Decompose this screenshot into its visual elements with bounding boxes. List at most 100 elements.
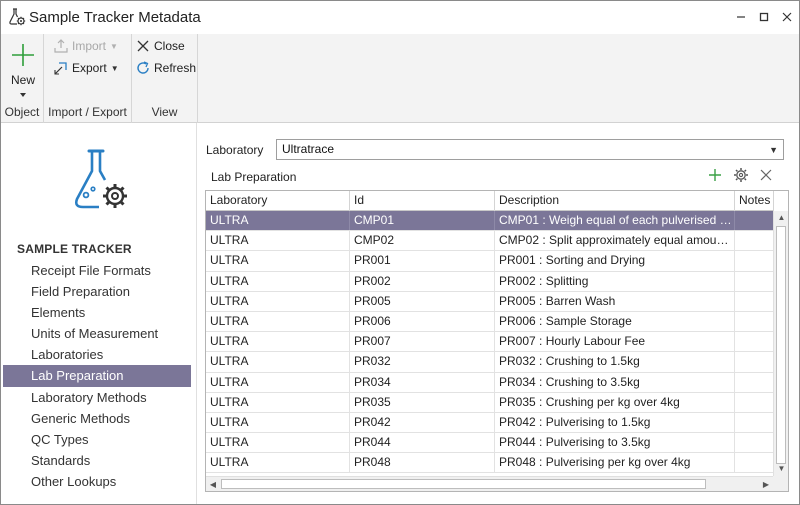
scroll-down-icon[interactable]: ▼ — [774, 462, 788, 476]
scroll-up-icon[interactable]: ▲ — [774, 211, 788, 225]
table-row[interactable]: ULTRA PR007 PR007 : Hourly Labour Fee — [206, 332, 774, 353]
ribbon-group-label-import-export: Import / Export — [48, 105, 127, 119]
import-icon — [53, 38, 69, 54]
table-row[interactable]: ULTRA PR044 PR044 : Pulverising to 3.5kg — [206, 433, 774, 454]
new-button-label: New — [10, 73, 35, 87]
section-title: Lab Preparation — [211, 170, 297, 184]
cell-laboratory: ULTRA — [206, 453, 350, 473]
cell-description: PR032 : Crushing to 1.5kg — [495, 352, 735, 372]
delete-icon[interactable] — [757, 166, 775, 184]
flask-gear-icon — [8, 8, 26, 26]
table-row[interactable]: ULTRA PR005 PR005 : Barren Wash — [206, 291, 774, 312]
column-header-id[interactable]: Id — [350, 191, 495, 211]
refresh-button[interactable]: Refresh — [135, 59, 196, 77]
table-row[interactable]: ULTRA PR006 PR006 : Sample Storage — [206, 311, 774, 333]
ribbon-group-label-view: View — [151, 105, 178, 119]
ribbon-group-label-object: Object — [4, 105, 40, 119]
laboratory-select[interactable]: Ultratrace ▼ — [276, 139, 784, 160]
add-icon[interactable] — [706, 166, 724, 184]
cell-description: PR035 : Crushing per kg over 4kg — [495, 392, 735, 412]
sidebar-item-qc-types[interactable]: QC Types — [3, 429, 191, 450]
sidebar-item-units-of-measurement[interactable]: Units of Measurement — [3, 323, 191, 344]
cell-notes — [735, 311, 774, 332]
flask-gear-icon — [71, 147, 131, 213]
plus-icon — [10, 42, 36, 71]
sidebar-item-receipt-file-formats[interactable]: Receipt File Formats — [3, 260, 191, 281]
laboratory-label: Laboratory — [206, 143, 264, 157]
table-row[interactable]: ULTRA PR034 PR034 : Crushing to 3.5kg — [206, 372, 774, 393]
sidebar-item-standards[interactable]: Standards — [3, 450, 191, 471]
table-row[interactable]: ULTRA PR048 PR048 : Pulverising per kg ove… — [206, 453, 774, 474]
table-row[interactable]: ULTRA PR001 PR001 : Sorting and Drying — [206, 251, 774, 272]
sidebar-item-laboratories[interactable]: Laboratories — [3, 344, 191, 365]
cell-id: CMP02 — [350, 231, 495, 251]
table-row[interactable]: ULTRA CMP01 CMP01 : Weigh equal of each pu… — [206, 211, 774, 232]
table-row[interactable]: ULTRA CMP02 CMP02 : Split approximately eq… — [206, 231, 774, 252]
table-row[interactable]: ULTRA PR032 PR032 : Crushing to 1.5kg — [206, 352, 774, 373]
sidebar-item-generic-methods[interactable]: Generic Methods — [3, 408, 191, 429]
cell-laboratory: ULTRA — [206, 433, 350, 453]
app-window: Sample Tracker Metadata New Object Impor… — [0, 0, 800, 505]
ribbon: New Object Import ▼ Export ▼ Import / Ex… — [1, 34, 799, 123]
scroll-left-icon[interactable]: ◀ — [206, 477, 220, 491]
close-button[interactable]: Close — [135, 37, 185, 55]
vertical-scrollbar[interactable]: ▲ ▼ — [773, 211, 788, 476]
cell-description: PR007 : Hourly Labour Fee — [495, 332, 735, 352]
cell-id: PR001 — [350, 251, 495, 271]
export-button[interactable]: Export ▼ — [53, 59, 119, 77]
close-icon[interactable] — [777, 7, 797, 27]
cell-description: CMP01 : Weigh equal of each pulverised p… — [495, 211, 735, 231]
ribbon-group-import-export: Import ▼ Export ▼ Import / Export — [44, 34, 132, 123]
cell-id: PR007 — [350, 332, 495, 352]
refresh-label: Refresh — [154, 61, 197, 75]
sidebar-item-field-preparation[interactable]: Field Preparation — [3, 281, 191, 302]
cell-laboratory: ULTRA — [206, 311, 350, 332]
cell-laboratory: ULTRA — [206, 332, 350, 352]
cell-description: PR002 : Splitting — [495, 271, 735, 291]
table-row[interactable]: ULTRA PR035 PR035 : Crushing per kg over 4… — [206, 392, 774, 413]
settings-icon[interactable] — [732, 166, 750, 184]
sidebar: SAMPLE TRACKER Receipt File Formats Fiel… — [1, 123, 197, 504]
column-header-laboratory[interactable]: Laboratory — [206, 191, 350, 211]
export-label: Export — [72, 61, 107, 75]
sidebar-item-laboratory-methods[interactable]: Laboratory Methods — [3, 387, 191, 408]
cell-notes — [735, 231, 774, 251]
cell-laboratory: ULTRA — [206, 392, 350, 412]
cell-description: PR048 : Pulverising per kg over 4kg — [495, 453, 735, 473]
minimize-icon[interactable] — [731, 7, 751, 27]
new-button[interactable]: New — [7, 38, 39, 97]
chevron-down-icon — [19, 88, 27, 97]
horizontal-scroll-thumb[interactable] — [221, 479, 706, 489]
cell-description: PR034 : Crushing to 3.5kg — [495, 372, 735, 392]
ribbon-group-object: New Object — [1, 34, 44, 123]
laboratory-select-value: Ultratrace — [282, 142, 335, 156]
import-button[interactable]: Import ▼ — [53, 37, 118, 55]
chevron-down-icon: ▼ — [110, 41, 118, 51]
sidebar-list: Receipt File Formats Field Preparation E… — [3, 260, 191, 492]
sidebar-item-other-lookups[interactable]: Other Lookups — [3, 471, 191, 492]
scroll-right-icon[interactable]: ▶ — [759, 477, 773, 491]
sidebar-item-lab-preparation[interactable]: Lab Preparation — [3, 365, 191, 387]
vertical-scroll-thumb[interactable] — [776, 226, 786, 464]
horizontal-scrollbar[interactable]: ◀ ▶ — [206, 476, 773, 491]
sidebar-item-elements[interactable]: Elements — [3, 302, 191, 323]
scrollbar-corner — [773, 476, 788, 491]
x-icon — [135, 38, 151, 54]
cell-notes — [735, 352, 774, 372]
column-header-description[interactable]: Description — [495, 191, 735, 211]
title-bar: Sample Tracker Metadata — [1, 1, 799, 34]
cell-description: PR044 : Pulverising to 3.5kg — [495, 433, 735, 453]
maximize-icon[interactable] — [754, 7, 774, 27]
lab-preparation-table: Laboratory Id Description Notes ULTRA CMP… — [205, 190, 789, 492]
cell-notes — [735, 291, 774, 311]
cell-notes — [735, 433, 774, 453]
cell-notes — [735, 453, 774, 473]
cell-id: PR005 — [350, 291, 495, 311]
cell-notes — [735, 332, 774, 352]
cell-id: PR002 — [350, 271, 495, 291]
table-row[interactable]: ULTRA PR042 PR042 : Pulverising to 1.5kg — [206, 412, 774, 434]
cell-description: PR042 : Pulverising to 1.5kg — [495, 412, 735, 433]
column-header-notes[interactable]: Notes — [735, 191, 774, 211]
table-row[interactable]: ULTRA PR002 PR002 : Splitting — [206, 271, 774, 292]
cell-id: PR032 — [350, 352, 495, 372]
